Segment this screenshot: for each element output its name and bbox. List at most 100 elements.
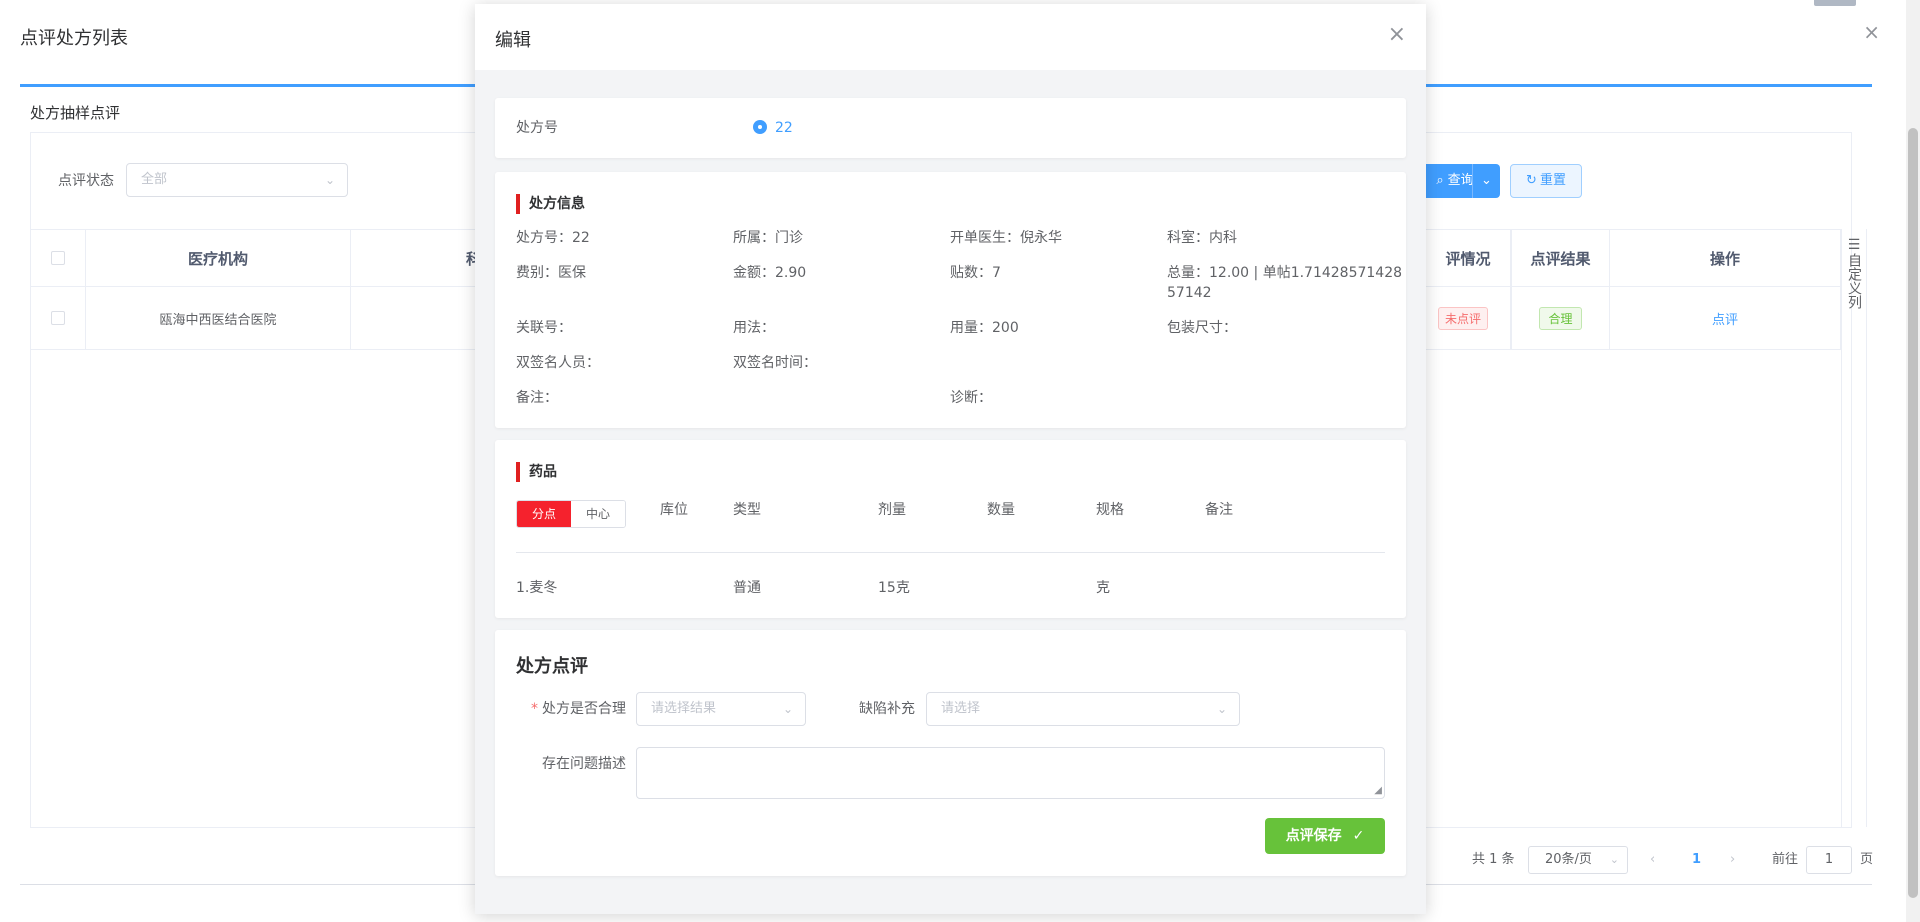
remark-field: 备注： bbox=[516, 390, 558, 406]
radio-selected-icon bbox=[753, 120, 767, 134]
check-icon: ✓ bbox=[1352, 828, 1365, 844]
rx-info-heading: 处方信息 bbox=[516, 194, 585, 214]
goto-label: 前往 bbox=[1772, 852, 1799, 867]
reasonable-label: * 处方是否合理 bbox=[516, 699, 626, 719]
amount-field: 金额：2.90 bbox=[733, 265, 807, 281]
required-mark: * bbox=[531, 701, 538, 717]
column-header-spec: 规格 bbox=[1096, 502, 1124, 518]
review-link[interactable]: 点评 bbox=[1712, 309, 1738, 328]
org-cell: 瓯海中西医结合医院 bbox=[86, 287, 351, 349]
dialog-header: 编辑 × bbox=[475, 4, 1426, 70]
dept-field: 科室：内科 bbox=[1167, 230, 1237, 246]
column-header-dept: 科 bbox=[465, 249, 481, 268]
reset-button[interactable]: ↻ 重置 bbox=[1510, 164, 1582, 198]
dual-sign-person-field: 双签名人员： bbox=[516, 355, 600, 371]
list-icon: ☰ bbox=[1847, 237, 1861, 253]
drug-source-tabs: 分点 中心 bbox=[516, 500, 626, 528]
column-header-remark: 备注 bbox=[1205, 502, 1233, 518]
page-size-value: 20条/页 bbox=[1545, 852, 1592, 867]
tab-branch[interactable]: 分点 bbox=[517, 501, 571, 527]
fee-type-field: 费别：医保 bbox=[516, 265, 586, 281]
column-header-action: 操作 bbox=[1610, 230, 1841, 286]
column-header-review-status: 评情况 bbox=[1426, 230, 1511, 286]
page-title: 点评处方列表 bbox=[20, 28, 128, 49]
top-chip bbox=[1814, 0, 1856, 6]
drug-type: 普通 bbox=[733, 580, 761, 596]
rx-number-section: 处方号 22 bbox=[495, 98, 1406, 158]
problem-textarea[interactable]: ◢ bbox=[636, 747, 1385, 799]
page-suffix: 页 bbox=[1860, 852, 1874, 867]
rx-number-radio[interactable]: 22 bbox=[753, 118, 793, 138]
current-page-number[interactable]: 1 bbox=[1692, 846, 1701, 874]
doctor-field: 开单医生：倪永华 bbox=[950, 230, 1062, 246]
reset-button-label: 重置 bbox=[1539, 173, 1566, 188]
total-field-line2: 57142 bbox=[1167, 285, 1212, 301]
refresh-icon: ↻ bbox=[1526, 173, 1537, 188]
defect-placeholder: 请选择 bbox=[941, 701, 981, 716]
defect-select[interactable]: 请选择 ⌄ bbox=[926, 692, 1240, 726]
chevron-down-icon: ⌄ bbox=[324, 173, 335, 187]
column-header-qty: 数量 bbox=[987, 502, 1015, 518]
review-section: 处方点评 * 处方是否合理 请选择结果 ⌄ 缺陷补充 请选择 ⌄ 存在问题描述 ◢… bbox=[495, 630, 1406, 876]
result-badge: 合理 bbox=[1539, 306, 1582, 330]
rx-number-label: 处方号 bbox=[516, 120, 558, 136]
review-heading: 处方点评 bbox=[516, 656, 588, 677]
section-subtitle: 处方抽样点评 bbox=[30, 104, 121, 122]
close-icon[interactable]: × bbox=[1388, 24, 1406, 46]
total-field-line1: 总量：12.00 | 单帖1.71428571428 bbox=[1167, 265, 1403, 281]
chevron-down-icon[interactable]: ⌄ bbox=[1472, 164, 1500, 198]
dialog-title: 编辑 bbox=[495, 30, 531, 51]
query-button-label: 查询 bbox=[1447, 173, 1474, 188]
scrollbar-thumb[interactable] bbox=[1908, 128, 1918, 898]
column-header-dose: 剂量 bbox=[878, 502, 906, 518]
reasonable-placeholder: 请选择结果 bbox=[651, 701, 717, 716]
select-all-checkbox[interactable] bbox=[51, 251, 65, 265]
drug-spec: 克 bbox=[1096, 580, 1110, 596]
usage-field: 用法： bbox=[733, 320, 775, 336]
drugs-section: 药品 分点 中心 库位 类型 剂量 数量 规格 备注 1.麦冬 普通 15克 克 bbox=[495, 440, 1406, 618]
package-field: 包装尺寸： bbox=[1167, 320, 1237, 336]
defect-label: 缺陷补充 bbox=[859, 701, 915, 717]
save-review-button[interactable]: 点评保存 ✓ bbox=[1265, 818, 1385, 854]
prev-page-icon[interactable]: ‹ bbox=[1650, 846, 1655, 874]
dosage-field: 用量：200 bbox=[950, 320, 1019, 336]
page-size-select[interactable]: 20条/页 ⌄ bbox=[1528, 846, 1628, 874]
search-icon: ⌕ bbox=[1436, 173, 1444, 188]
chevron-down-icon: ⌄ bbox=[1609, 853, 1619, 866]
custom-column-toggle[interactable]: ☰ 自定义列 bbox=[1841, 229, 1867, 827]
pagination-total: 共 1 条 bbox=[1472, 852, 1515, 867]
review-status-cell: 未点评 bbox=[1426, 287, 1511, 349]
drug-divider bbox=[516, 552, 1385, 553]
chevron-down-icon: ⌄ bbox=[782, 702, 793, 716]
drug-dose: 15克 bbox=[878, 580, 910, 596]
dual-sign-time-field: 双签名时间： bbox=[733, 355, 817, 371]
column-header-review-result: 点评结果 bbox=[1511, 230, 1610, 286]
review-result-cell: 合理 bbox=[1511, 287, 1610, 349]
reasonable-label-text: 处方是否合理 bbox=[542, 701, 626, 717]
tab-center[interactable]: 中心 bbox=[571, 501, 625, 527]
column-header-location: 库位 bbox=[660, 502, 688, 518]
chevron-down-icon: ⌄ bbox=[1216, 702, 1227, 716]
reasonable-select[interactable]: 请选择结果 ⌄ bbox=[636, 692, 806, 726]
status-filter-select[interactable]: 全部 ⌄ bbox=[126, 163, 348, 197]
row-checkbox[interactable] bbox=[51, 311, 65, 325]
close-icon[interactable]: × bbox=[1863, 22, 1880, 42]
doses-field: 贴数：7 bbox=[950, 265, 1001, 281]
resize-handle-icon[interactable]: ◢ bbox=[1374, 786, 1382, 796]
diagnosis-field: 诊断： bbox=[950, 390, 992, 406]
action-cell: 点评 bbox=[1610, 287, 1841, 349]
problem-label: 存在问题描述 bbox=[542, 756, 626, 772]
filter-label: 点评状态 bbox=[58, 173, 114, 189]
column-header-type: 类型 bbox=[733, 502, 761, 518]
goto-page-input[interactable]: 1 bbox=[1806, 846, 1852, 874]
rx-no-field: 处方号：22 bbox=[516, 230, 590, 246]
status-badge: 未点评 bbox=[1438, 306, 1489, 330]
drugs-heading: 药品 bbox=[516, 462, 557, 482]
select-all-cell bbox=[31, 230, 86, 286]
rx-info-section: 处方信息 处方号：22 所属：门诊 开单医生：倪永华 科室：内科 费别：医保 金… bbox=[495, 172, 1406, 428]
save-button-label: 点评保存 bbox=[1285, 828, 1342, 844]
edit-dialog: 编辑 × 处方号 22 处方信息 处方号：22 所属：门诊 开单医生：倪永华 科… bbox=[475, 4, 1426, 914]
next-page-icon[interactable]: › bbox=[1730, 846, 1735, 874]
custom-column-label: 自定义列 bbox=[1846, 253, 1862, 309]
drug-name: 1.麦冬 bbox=[516, 580, 558, 596]
